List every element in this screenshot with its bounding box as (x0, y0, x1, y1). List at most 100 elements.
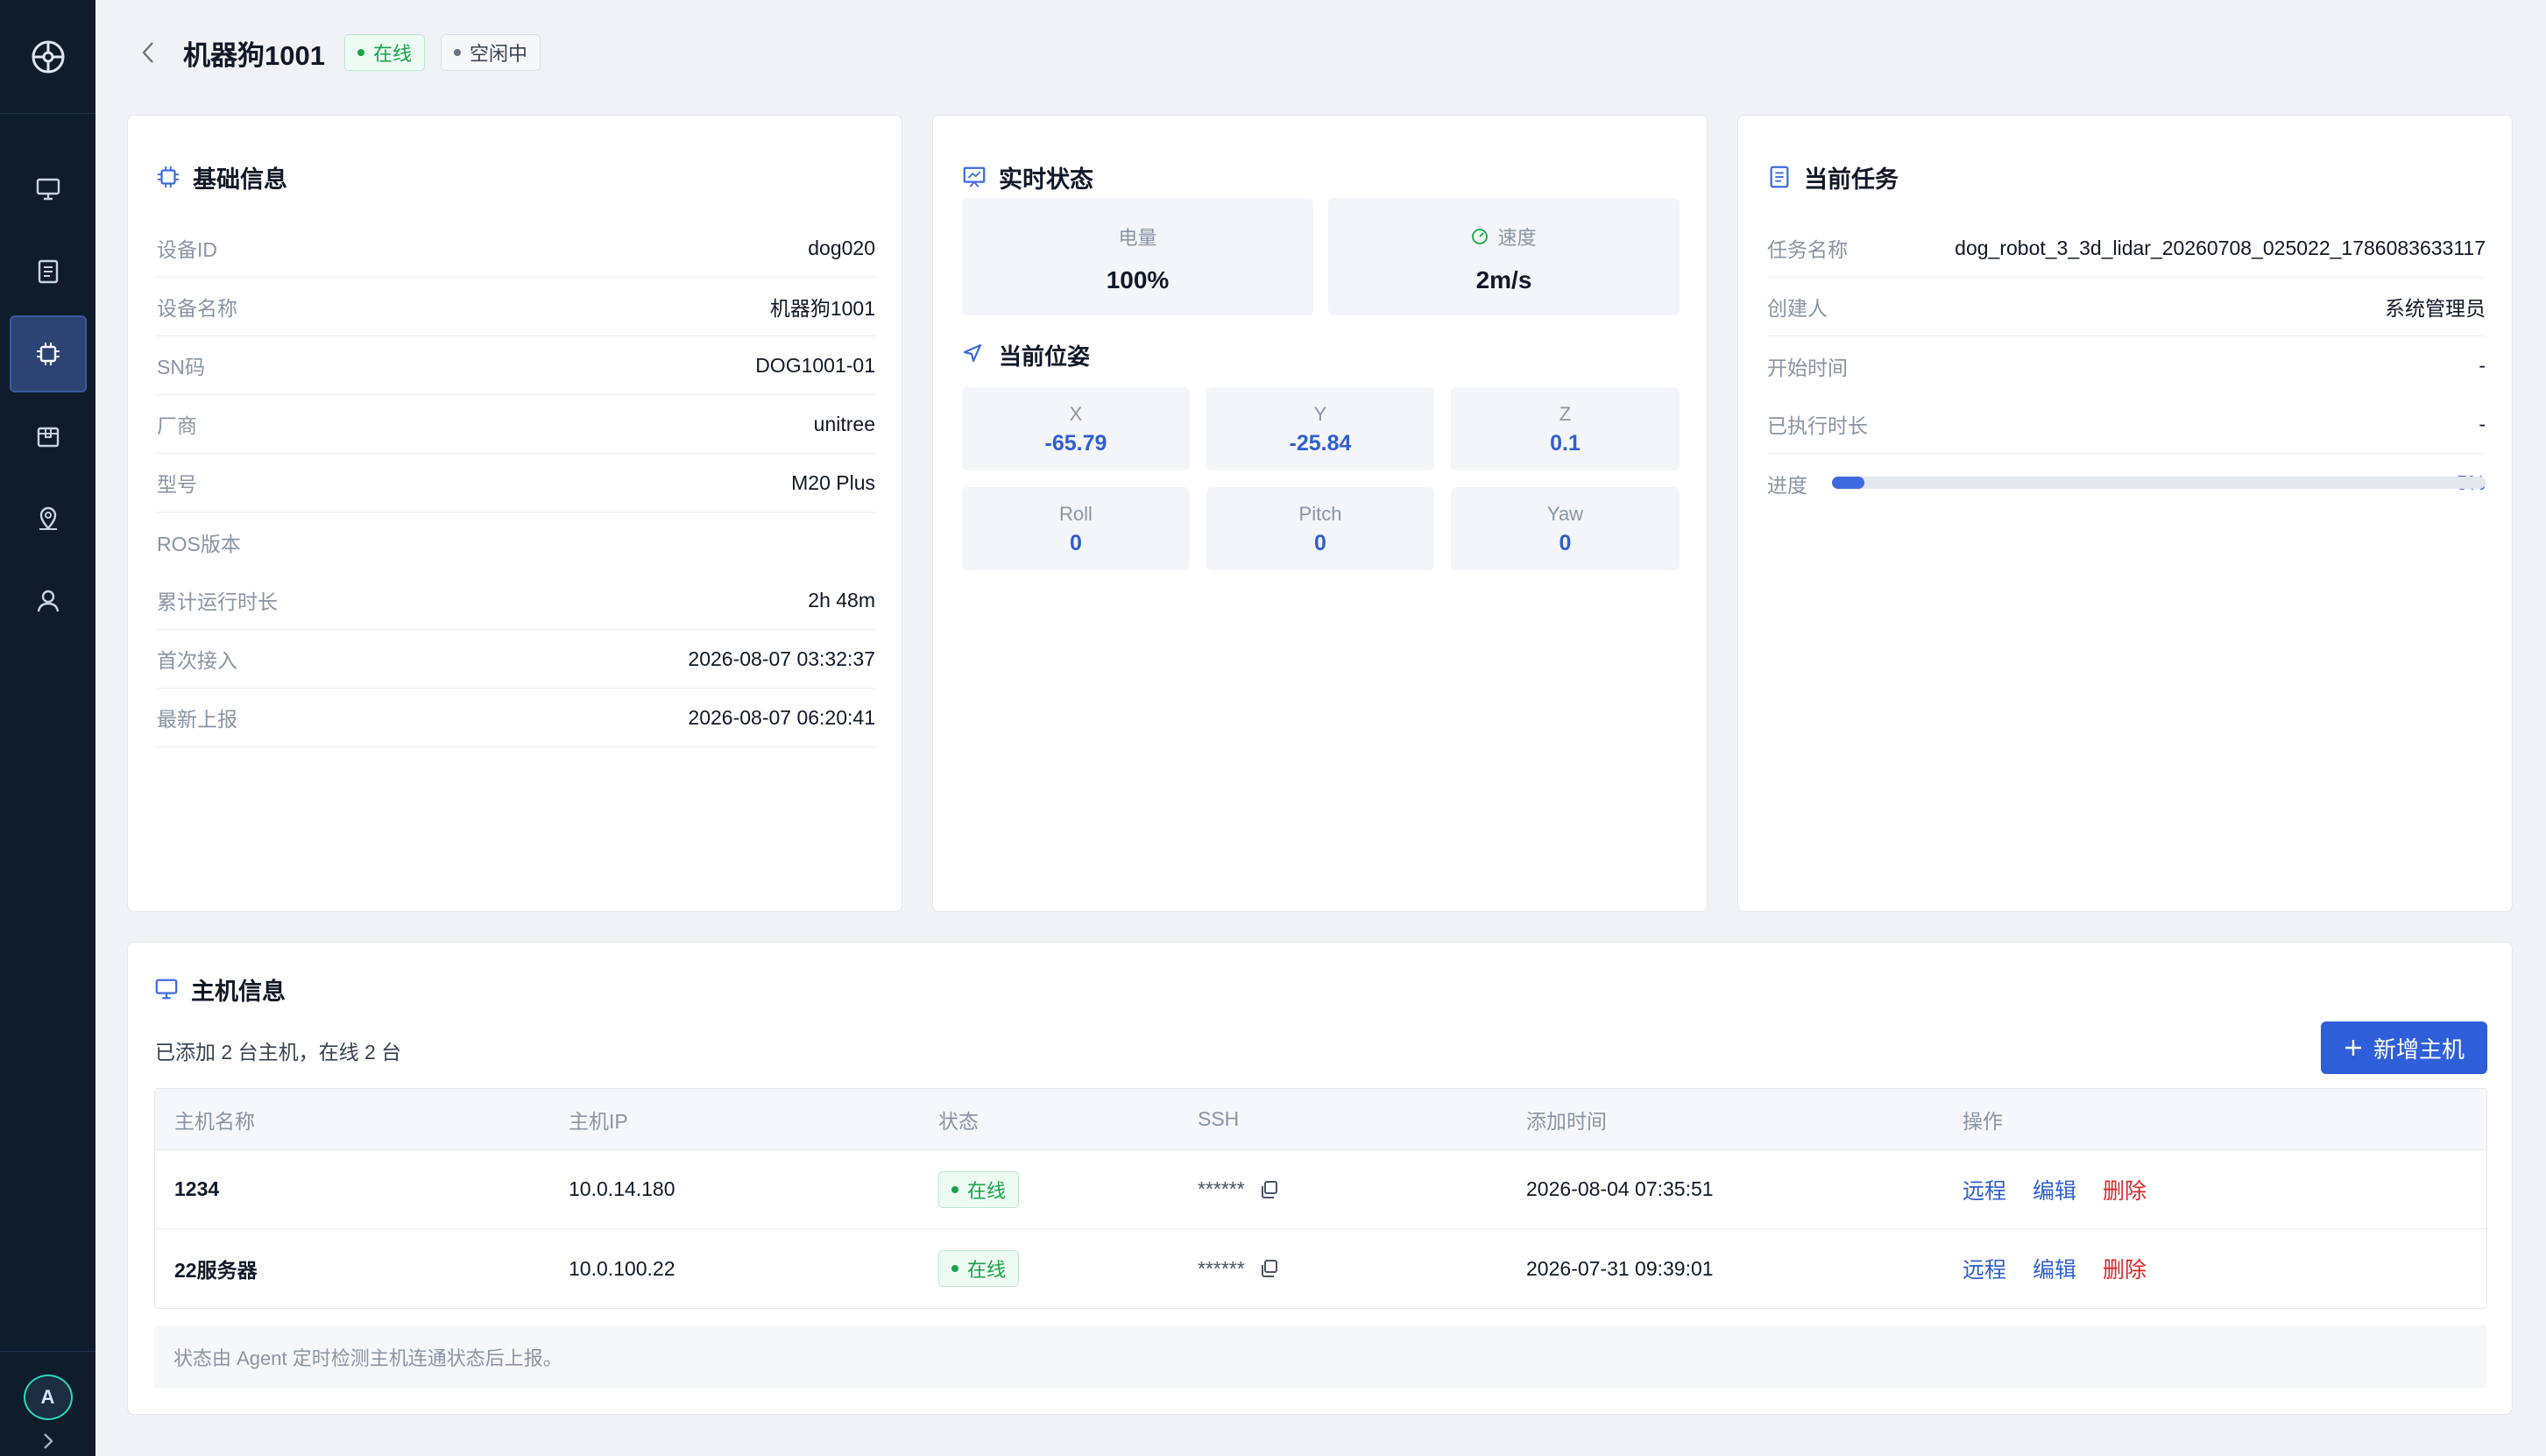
host-name: 22服务器 (174, 1259, 258, 1282)
sidebar-item-users[interactable] (10, 562, 87, 640)
delete-link[interactable]: 删除 (2103, 1179, 2146, 1204)
card-title-label: 基础信息 (193, 166, 287, 193)
column-header-name: 主机名称 (174, 1109, 255, 1133)
card-title: 基础信息 (156, 159, 287, 194)
info-value: 机器狗1001 (769, 297, 875, 320)
current-task-card: 当前任务 任务名称 dog_robot_3_3d_lidar_20260708_0… (1737, 115, 2513, 912)
remote-link[interactable]: 远程 (1963, 1258, 2006, 1283)
sidebar-item-map[interactable] (10, 480, 87, 557)
pose-label: X (1069, 403, 1083, 425)
delete-link[interactable]: 删除 (2103, 1258, 2146, 1283)
host-actions: 远程 编辑 删除 (1963, 1253, 2173, 1284)
back-button[interactable] (131, 35, 166, 70)
idle-status-badge: 空闲中 (440, 34, 541, 71)
card-title: 当前任务 (1767, 159, 1899, 194)
info-value: 2026-08-07 03:32:37 (688, 647, 875, 670)
chevron-left-icon (142, 42, 153, 63)
task-info-list: 任务名称 dog_robot_3_3d_lidar_20260708_025022… (1767, 219, 2486, 512)
pose-label: Roll (1059, 503, 1093, 525)
chart-board-icon (963, 166, 986, 187)
host-info-card: 主机信息 已添加 2 台主机，在线 2 台 新增主机 主机名称 主机IP 状态 … (127, 942, 2513, 1415)
info-row-runtime: 累计运行时长 2h 48m (157, 571, 875, 630)
pose-label: Y (1313, 403, 1327, 425)
progress-label: 进度 (1767, 473, 1807, 497)
status-dot (951, 1185, 958, 1193)
copy-icon[interactable] (1259, 1258, 1280, 1279)
column-header-added-time: 添加时间 (1526, 1109, 1607, 1133)
column-header-status: 状态 (938, 1109, 979, 1133)
card-title-label: 实时状态 (999, 166, 1093, 193)
card-title: 主机信息 (154, 972, 286, 1007)
table-header: 主机名称 主机IP 状态 SSH 添加时间 操作 (155, 1089, 2486, 1150)
host-ssh: ****** (1198, 1177, 1280, 1201)
realtime-status-card: 实时状态 电量 100% 速度 2m/s 当前位姿 X -65.79 Y -25… (932, 115, 1708, 912)
info-label: 累计运行时长 (157, 590, 278, 613)
app-logo[interactable] (0, 0, 95, 114)
host-ssh: ****** (1198, 1257, 1280, 1281)
pose-value: -25.84 (1289, 431, 1352, 456)
sidebar-expand-button[interactable] (39, 1431, 57, 1456)
task-value: 系统管理员 (2385, 297, 2486, 320)
task-value: - (2479, 412, 2486, 435)
sidebar-item-packages[interactable] (10, 398, 87, 475)
host-table: 主机名称 主机IP 状态 SSH 添加时间 操作 1234 10.0.14.18… (154, 1088, 2487, 1309)
pose-section-title: 当前位姿 (962, 337, 1090, 372)
sidebar: A (0, 0, 95, 1456)
host-added-time: 2026-08-04 07:35:51 (1526, 1177, 1714, 1200)
battery-tile: 电量 100% (962, 198, 1313, 315)
chip-icon (36, 343, 60, 365)
host-summary: 已添加 2 台主机，在线 2 台 (155, 1041, 402, 1064)
avatar[interactable]: A (23, 1375, 73, 1420)
info-label: 厂商 (157, 414, 197, 437)
info-row-device-id: 设备ID dog020 (157, 219, 875, 278)
status-dot (357, 49, 364, 56)
pose-label: Pitch (1298, 503, 1342, 525)
info-row-sn: SN码 DOG1001-01 (157, 336, 875, 395)
pose-title-label: 当前位姿 (999, 343, 1091, 370)
remote-link[interactable]: 远程 (1963, 1179, 2006, 1204)
info-row-last-report: 最新上报 2026-08-07 06:20:41 (157, 689, 875, 747)
task-label: 创建人 (1767, 297, 1828, 320)
info-value: dog020 (808, 236, 875, 259)
battery-label: 电量 (1118, 227, 1157, 249)
edit-link[interactable]: 编辑 (2033, 1179, 2076, 1204)
info-value: 2026-08-07 06:20:41 (688, 705, 875, 729)
pose-value: 0 (1559, 531, 1572, 555)
task-row-start-time: 开始时间 - (1767, 336, 2486, 395)
card-title-label: 主机信息 (191, 978, 286, 1005)
add-host-button[interactable]: 新增主机 (2321, 1021, 2487, 1074)
info-label: 设备名称 (157, 297, 237, 320)
status-badge: 在线 (938, 1170, 1020, 1208)
info-label: 首次接入 (157, 649, 237, 672)
info-row-first-access: 首次接入 2026-08-07 03:32:37 (157, 630, 875, 689)
document-icon (38, 259, 58, 284)
sidebar-item-devices[interactable] (9, 315, 87, 392)
battery-value: 100% (1106, 266, 1170, 293)
copy-icon[interactable] (1259, 1179, 1280, 1200)
pose-tile-yaw: Yaw 0 (1451, 487, 1680, 570)
status-dot (951, 1265, 958, 1272)
speed-label: 速度 (1497, 227, 1537, 249)
info-value: 2h 48m (808, 588, 875, 611)
task-label: 开始时间 (1767, 356, 1848, 379)
sidebar-item-documents[interactable] (10, 233, 87, 310)
sidebar-item-monitor[interactable] (10, 151, 87, 228)
task-row-name: 任务名称 dog_robot_3_3d_lidar_20260708_025022… (1767, 219, 2486, 278)
info-value: DOG1001-01 (755, 353, 875, 377)
compass-logo-icon (32, 40, 64, 73)
pose-tile-roll: Roll 0 (962, 487, 1190, 570)
info-row-model: 型号 M20 Plus (157, 454, 875, 512)
plus-icon (2344, 1040, 2361, 1056)
info-label: 设备ID (157, 238, 217, 261)
column-header-ip: 主机IP (569, 1109, 628, 1133)
card-title: 实时状态 (962, 159, 1093, 194)
sidebar-footer: A (0, 1351, 95, 1456)
table-row: 1234 10.0.14.180 在线 ****** 2026-08-04 07… (155, 1150, 2486, 1229)
speed-value: 2m/s (1475, 266, 1532, 293)
badge-label: 在线 (372, 43, 412, 65)
pose-label: Yaw (1546, 503, 1584, 525)
online-status-badge: 在线 (343, 34, 425, 71)
edit-link[interactable]: 编辑 (2033, 1258, 2076, 1283)
info-label: ROS版本 (157, 532, 241, 555)
pose-tile-x: X -65.79 (962, 387, 1190, 470)
